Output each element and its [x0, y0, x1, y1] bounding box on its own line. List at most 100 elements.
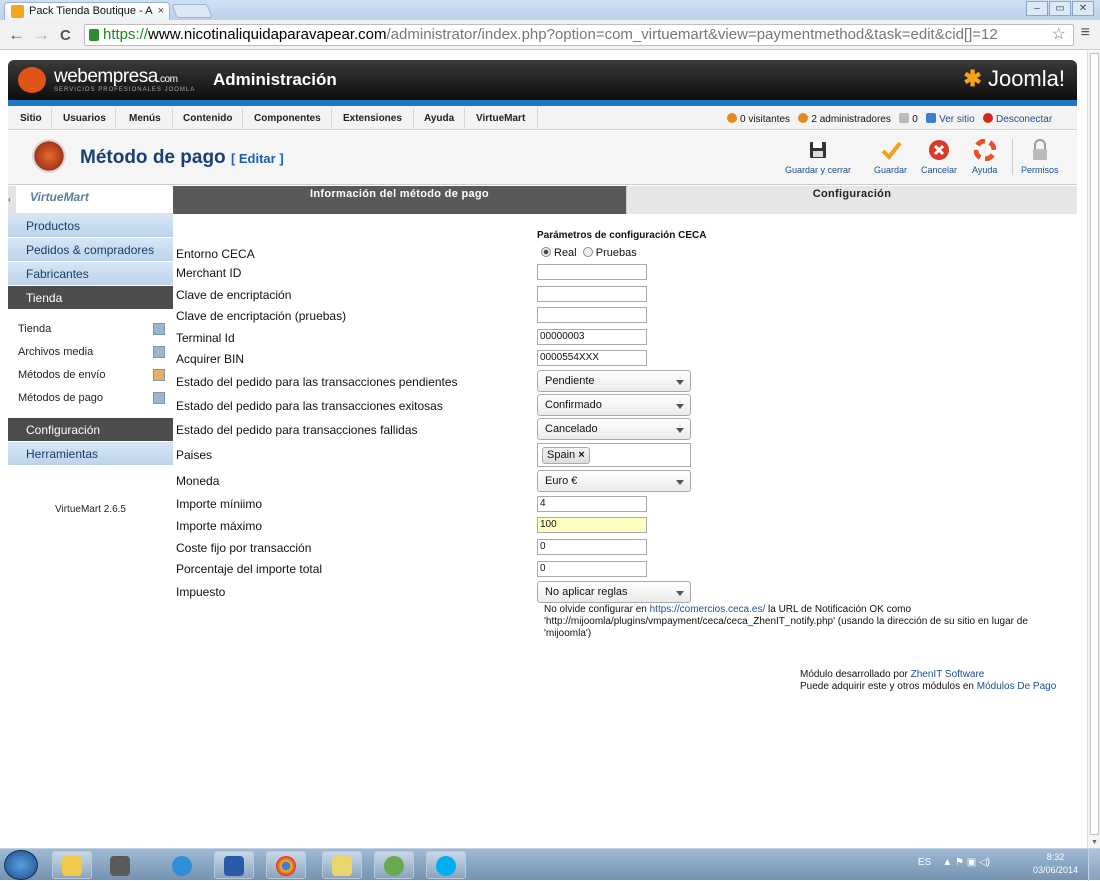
terminal-id-input[interactable]: 00000003: [537, 329, 647, 345]
top-menu: Sitio Usuarios Menús Contenido Component…: [8, 106, 1077, 130]
estado-pendiente-select[interactable]: Pendiente: [537, 370, 691, 392]
scrollbar-thumb[interactable]: [1090, 53, 1099, 835]
taskbar-explorer[interactable]: [52, 851, 92, 879]
sidebar-item-pedidos[interactable]: Pedidos & compradores: [8, 238, 173, 262]
chevron-down-icon: [676, 380, 684, 385]
header-title: Administración: [213, 70, 337, 89]
messages-icon: [899, 113, 910, 123]
menu-menus[interactable]: Menús: [129, 113, 161, 124]
menu-virtuemart[interactable]: VirtueMart: [476, 113, 525, 124]
scroll-down-icon[interactable]: ▼: [1091, 839, 1098, 846]
modulos-pago-link[interactable]: Módulos De Pago: [977, 681, 1057, 692]
taskbar-word[interactable]: [214, 851, 254, 879]
radio-pruebas[interactable]: [582, 247, 593, 257]
sidebar-item-productos[interactable]: Productos: [8, 214, 173, 238]
start-button[interactable]: [4, 850, 38, 880]
importe-min-input[interactable]: 4: [537, 496, 647, 512]
permissions-button[interactable]: Permisos: [1012, 139, 1059, 175]
word-icon: [224, 856, 244, 876]
config-form: Parámetros de configuración CECA Entorno…: [173, 214, 1077, 848]
browser-tab-bar: Pack Tienda Boutique - A × – ▭ ✕: [0, 0, 1100, 20]
view-site-icon: [926, 113, 937, 123]
save-close-button[interactable]: Guardar y cerrar: [785, 139, 851, 175]
minimize-button[interactable]: –: [1026, 1, 1048, 16]
impuesto-select[interactable]: No aplicar reglas: [537, 581, 691, 603]
menu-usuarios[interactable]: Usuarios: [63, 113, 106, 124]
messages-count[interactable]: 0: [912, 114, 918, 125]
url-path: /administrator/index.php?option=com_virt…: [386, 26, 998, 43]
show-desktop-button[interactable]: [1088, 849, 1100, 881]
cancel-icon: [929, 140, 950, 160]
clave-input[interactable]: [537, 286, 647, 302]
reload-button[interactable]: C: [60, 27, 71, 44]
page-toolbar: Método de pago [ Editar ] Guardar y cerr…: [8, 131, 1077, 185]
browser-menu-icon[interactable]: ≡: [1081, 24, 1090, 42]
view-site-link[interactable]: Ver sitio: [939, 114, 975, 125]
estado-fallido-select[interactable]: Cancelado: [537, 418, 691, 440]
tab-configuracion[interactable]: Configuración: [626, 186, 1077, 214]
moneda-select[interactable]: Euro €: [537, 470, 691, 492]
url-scheme: https://: [103, 26, 149, 43]
sidebar-sub-tienda[interactable]: Tienda: [8, 318, 173, 341]
help-button[interactable]: Ayuda: [972, 139, 997, 175]
page-scrollbar[interactable]: ▼: [1087, 51, 1100, 848]
url-input[interactable]: https://www.nicotinaliquidaparavapear.co…: [84, 24, 1074, 46]
ceca-link[interactable]: https://comercios.ceca.es/: [650, 604, 766, 615]
skype-icon: [436, 856, 456, 876]
new-tab-button[interactable]: [171, 4, 213, 18]
taskbar-chrome[interactable]: [266, 851, 306, 879]
folder-icon: [62, 856, 82, 876]
zhenit-link[interactable]: ZhenIT Software: [911, 669, 985, 680]
tab-info[interactable]: Información del método de pago: [173, 186, 626, 214]
taskbar-notes[interactable]: [322, 851, 362, 879]
sidebar-item-fabricantes[interactable]: Fabricantes: [8, 262, 173, 286]
cancel-button[interactable]: Cancelar: [921, 139, 957, 175]
radio-real[interactable]: [541, 247, 551, 257]
language-indicator[interactable]: ES: [918, 857, 931, 868]
sidebar-item-herramientas[interactable]: Herramientas: [8, 442, 173, 466]
logout-link[interactable]: Desconectar: [996, 114, 1052, 125]
brand-subtitle: SERVICIOS PROFESIONALES JOOMLA: [54, 87, 196, 93]
taskbar-clock[interactable]: 8:32 03/06/2014: [1033, 851, 1078, 877]
sidebar-sub-envio[interactable]: Métodos de envío: [8, 364, 173, 387]
taskbar-ie[interactable]: [162, 851, 202, 879]
forward-button[interactable]: →: [33, 25, 50, 45]
maximize-button[interactable]: ▭: [1049, 1, 1071, 16]
back-button[interactable]: ←: [8, 25, 25, 45]
save-button[interactable]: Guardar: [874, 139, 907, 175]
sidebar-item-tienda[interactable]: Tienda: [8, 286, 173, 310]
taskbar-app[interactable]: [100, 851, 140, 879]
form-tabs: Información del método de pago Configura…: [173, 186, 1077, 214]
chip-remove-icon[interactable]: ×: [578, 449, 584, 461]
porcentaje-input[interactable]: 0: [537, 561, 647, 577]
menu-ayuda[interactable]: Ayuda: [424, 113, 454, 124]
sidebar-item-configuracion[interactable]: Configuración: [8, 418, 173, 442]
ie-icon: [172, 856, 192, 876]
browser-tab-title: Pack Tienda Boutique - A: [29, 5, 153, 17]
taskbar-users[interactable]: [374, 851, 414, 879]
importe-max-input[interactable]: 100: [537, 517, 647, 533]
clock-date: 03/06/2014: [1032, 865, 1078, 875]
bookmark-star-icon[interactable]: ☆: [1052, 24, 1066, 44]
clave-pruebas-input[interactable]: [537, 307, 647, 323]
menu-extensiones[interactable]: Extensiones: [343, 113, 402, 124]
page-subtitle: [ Editar ]: [230, 151, 284, 166]
taskbar-skype[interactable]: [426, 851, 466, 879]
acquirer-bin-input[interactable]: 0000554XXX: [537, 350, 647, 366]
browser-tab[interactable]: Pack Tienda Boutique - A ×: [4, 2, 170, 20]
menu-componentes[interactable]: Componentes: [254, 113, 321, 124]
menu-contenido[interactable]: Contenido: [183, 113, 232, 124]
sidebar-sub-pago[interactable]: Métodos de pago: [8, 387, 173, 410]
menu-sitio[interactable]: Sitio: [20, 113, 42, 124]
tray-icons[interactable]: ▲ ⚑ ▣ ◁): [942, 857, 990, 868]
close-window-button[interactable]: ✕: [1072, 1, 1094, 16]
coste-fijo-input[interactable]: 0: [537, 539, 647, 555]
sidebar-sub-media[interactable]: Archivos media: [8, 341, 173, 364]
merchant-id-input[interactable]: [537, 264, 647, 280]
tab-close-icon[interactable]: ×: [158, 3, 164, 19]
sidebar-collapse-button[interactable]: ‹: [8, 186, 16, 214]
label-moneda: Moneda: [176, 474, 220, 488]
media-icon: [153, 346, 165, 358]
estado-exitoso-select[interactable]: Confirmado: [537, 394, 691, 416]
paises-multiselect[interactable]: Spain ×: [537, 443, 691, 467]
